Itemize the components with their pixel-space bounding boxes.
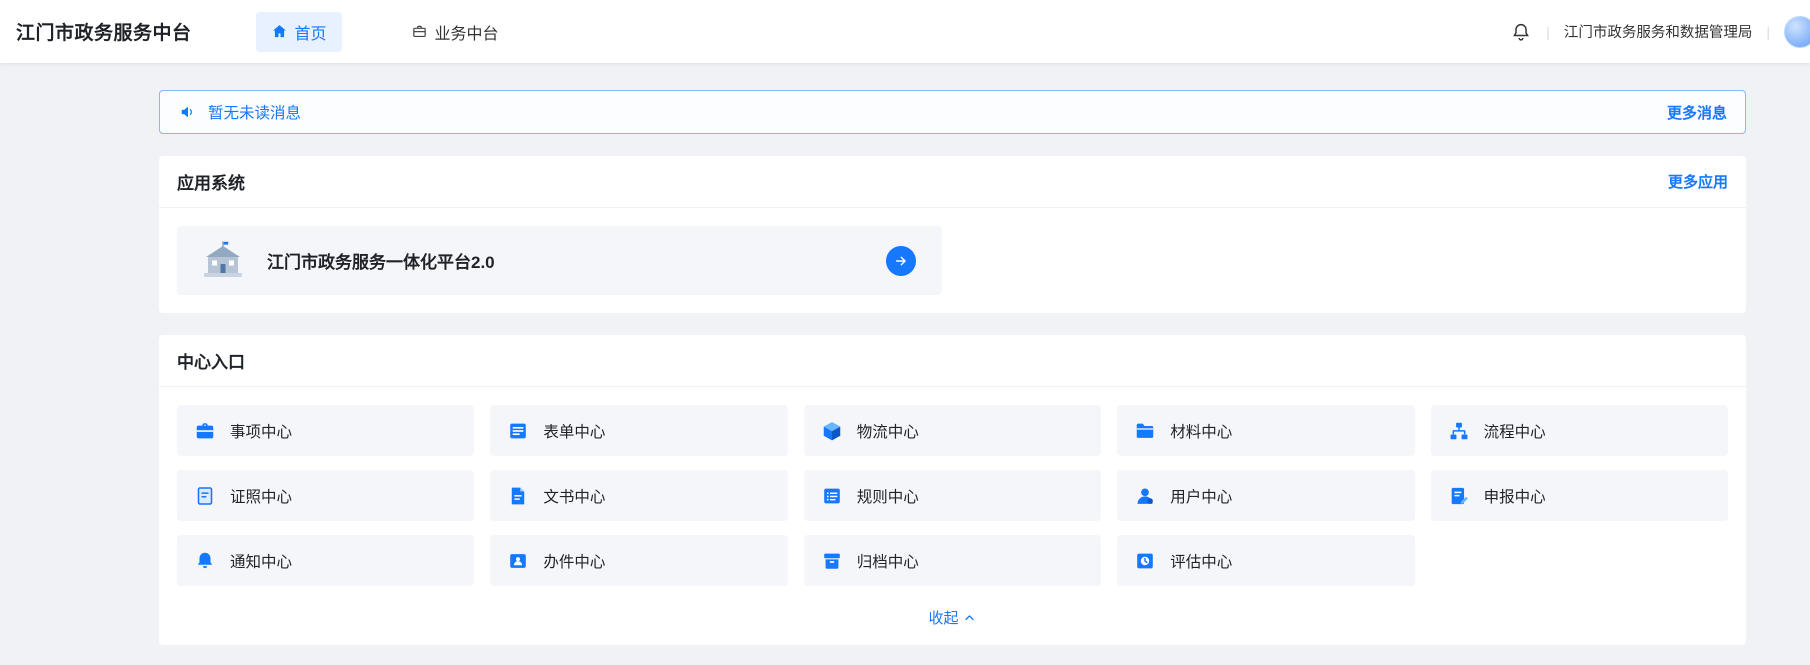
apps-title: 应用系统 [177, 174, 245, 193]
center-item-label: 表单中心 [543, 423, 606, 441]
center-item[interactable]: 物流中心 [803, 405, 1102, 456]
flow-icon [1448, 420, 1470, 442]
chevron-up-icon [962, 610, 977, 625]
more-apps-link[interactable]: 更多应用 [1668, 171, 1728, 192]
nav-tab-label: 业务中台 [434, 25, 499, 43]
center-item-label: 评估中心 [1170, 553, 1233, 571]
brand-title: 江门市政务服务中台 [16, 23, 192, 44]
center-item-label: 用户中心 [1170, 488, 1233, 506]
apps-card-header: 应用系统 更多应用 [159, 156, 1746, 208]
center-item[interactable]: 办件中心 [490, 535, 788, 586]
nav-tab-business[interactable]: 业务中台 [396, 12, 514, 52]
center-item-label: 通知中心 [230, 553, 293, 571]
center-item-label: 归档中心 [856, 553, 919, 571]
center-item[interactable]: 归档中心 [803, 535, 1102, 586]
centers-card-header: 中心入口 [159, 335, 1746, 387]
form-icon [507, 420, 529, 442]
centers-card: 中心入口 事项中心 表单中心 物流中心 材料中心 流程中心证照中心 文书中心 规则中心 用户中… [159, 335, 1746, 645]
app-item-platform[interactable]: 江门市政务服务一体化平台2.0 [177, 226, 942, 295]
center-grid: 事项中心 表单中心 物流中心 材料中心 流程中心证照中心 文书中心 规则中心 用户中心 申报中心… [159, 387, 1746, 592]
rules-icon [821, 485, 843, 507]
nav-tab-home[interactable]: 首页 [255, 11, 342, 52]
center-item[interactable]: 表单中心 [490, 405, 788, 456]
notification-bell-icon[interactable] [1510, 21, 1532, 43]
center-item[interactable]: 流程中心 [1430, 405, 1728, 456]
center-item[interactable]: 文书中心 [490, 470, 788, 521]
home-icon [271, 23, 288, 40]
centers-title: 中心入口 [177, 353, 245, 372]
center-item[interactable]: 事项中心 [177, 405, 475, 456]
center-item[interactable]: 规则中心 [803, 470, 1102, 521]
top-header: 江门市政务服务中台 首页 业务中台 | 江门市政务服务和数据管理局 | [0, 0, 1810, 63]
center-item-label: 文书中心 [543, 488, 606, 506]
center-item-label: 流程中心 [1483, 423, 1546, 441]
nav-tab-label: 首页 [294, 25, 327, 43]
center-item-label: 证照中心 [230, 488, 293, 506]
cube-icon [821, 420, 843, 442]
header-right: | 江门市政务服务和数据管理局 | [1510, 15, 1810, 48]
center-item-label: 材料中心 [1170, 423, 1233, 441]
center-item[interactable]: 用户中心 [1117, 470, 1415, 521]
app-name: 江门市政务服务一体化平台2.0 [267, 253, 495, 272]
clock-icon [1134, 550, 1156, 572]
center-item-label: 规则中心 [856, 488, 919, 506]
center-item[interactable]: 通知中心 [177, 535, 475, 586]
divider: | [1766, 23, 1770, 40]
collapse-label: 收起 [928, 610, 959, 627]
collapse-link[interactable]: 收起 [159, 592, 1746, 645]
archive-icon [821, 550, 843, 572]
center-item[interactable]: 评估中心 [1117, 535, 1415, 586]
speaker-icon [178, 102, 198, 122]
divider: | [1546, 23, 1550, 40]
materials-icon [1134, 420, 1156, 442]
apps-card-body: 江门市政务服务一体化平台2.0 [159, 208, 1746, 313]
business-icon [411, 23, 428, 40]
center-item-label: 办件中心 [543, 553, 606, 571]
user-avatar[interactable] [1784, 15, 1810, 48]
center-item[interactable]: 申报中心 [1430, 470, 1728, 521]
center-item-label: 物流中心 [856, 423, 919, 441]
certificate-icon [194, 485, 216, 507]
org-name: 江门市政务服务和数据管理局 [1563, 25, 1753, 41]
notice-banner: 暂无未读消息 更多消息 [159, 90, 1746, 134]
bell-icon [194, 550, 216, 572]
center-item[interactable]: 证照中心 [177, 470, 475, 521]
banner-message: 暂无未读消息 [208, 105, 302, 122]
main-nav: 首页 业务中台 [255, 11, 514, 52]
arrow-right-button[interactable] [886, 245, 916, 276]
apps-card: 应用系统 更多应用 江门市政务服务一体化平台2.0 [159, 156, 1746, 313]
report-icon [1448, 485, 1470, 507]
more-messages-link[interactable]: 更多消息 [1667, 102, 1727, 123]
briefcase-icon [194, 420, 216, 442]
document-icon [507, 485, 529, 507]
center-item[interactable]: 材料中心 [1117, 405, 1415, 456]
badge-icon [507, 550, 529, 572]
building-illustration-icon [199, 237, 247, 285]
center-item-label: 申报中心 [1483, 488, 1546, 506]
center-item-label: 事项中心 [230, 423, 293, 441]
main-content: 暂无未读消息 更多消息 应用系统 更多应用 江门市政务服务一体化平台2.0 中心… [0, 90, 1810, 645]
user-icon [1134, 485, 1156, 507]
